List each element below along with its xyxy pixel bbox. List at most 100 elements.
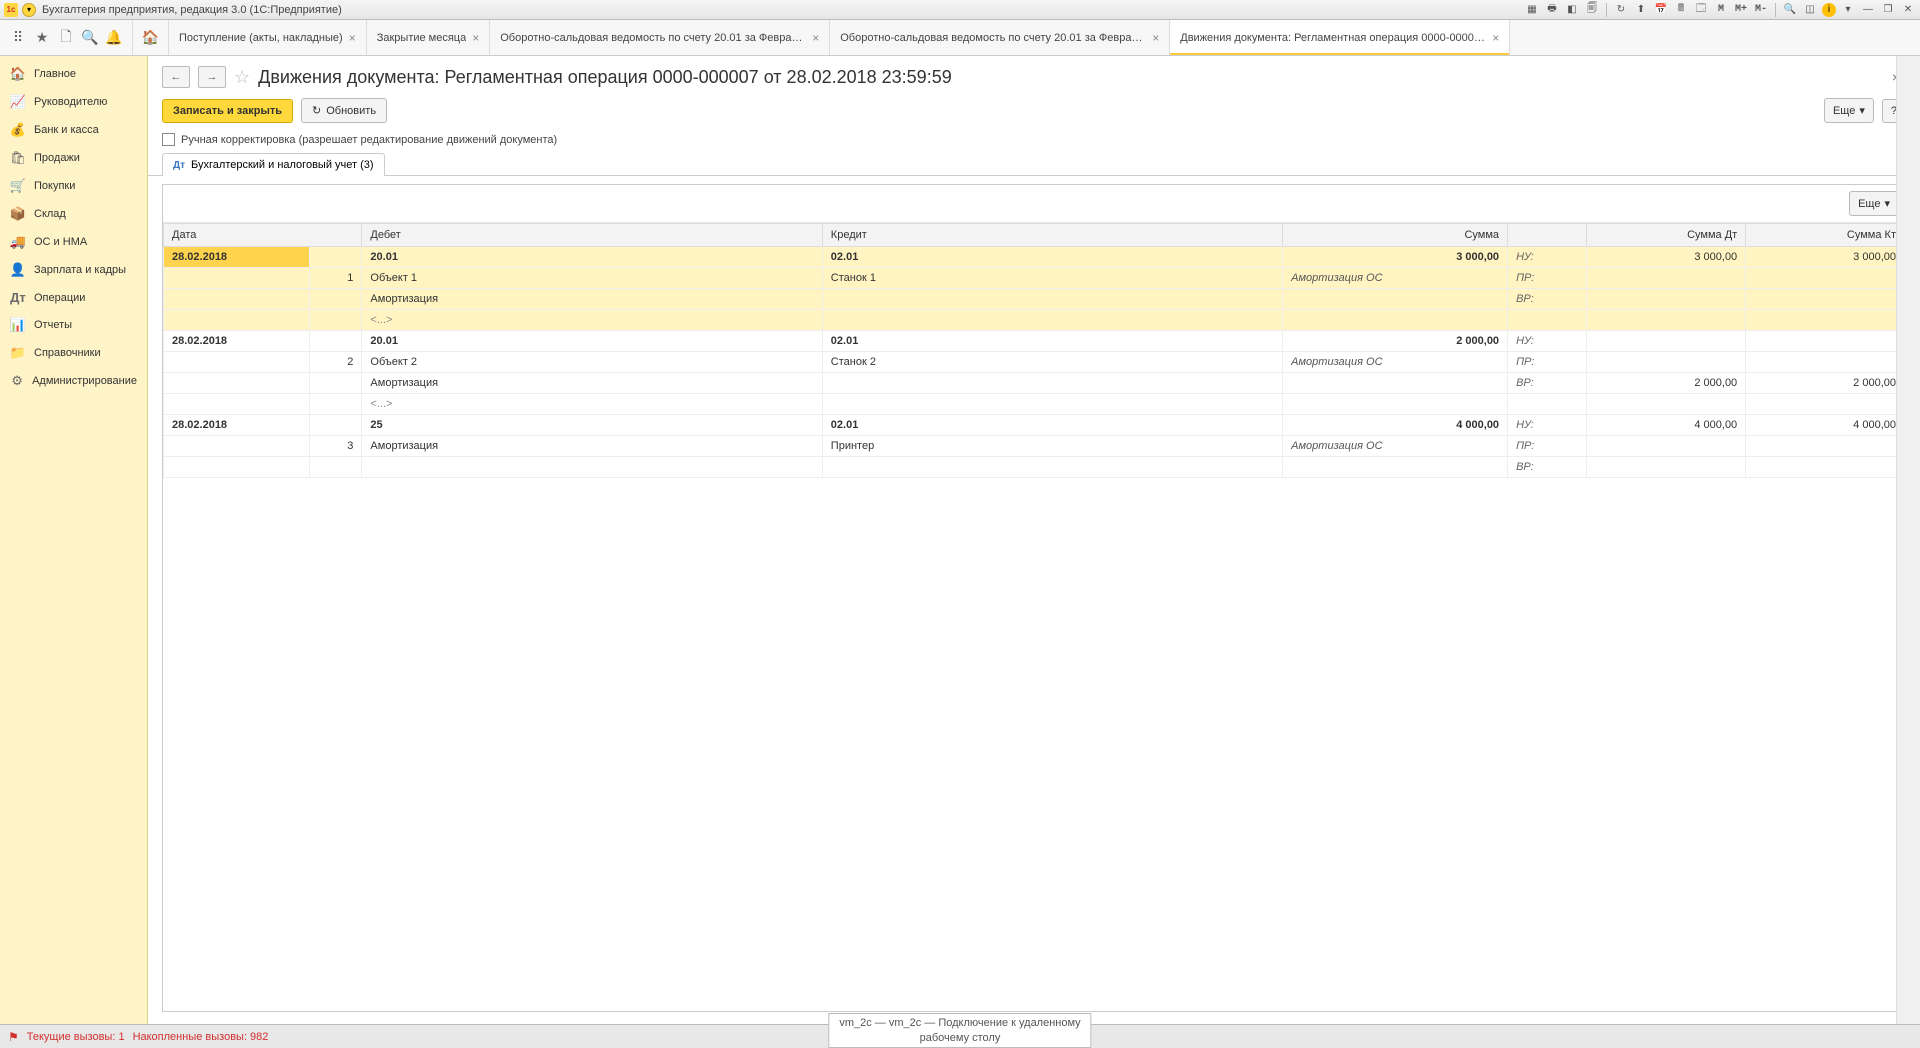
- tab-item[interactable]: Закрытие месяца×: [367, 20, 491, 55]
- sidebar-item-manager[interactable]: 📈Руководителю: [0, 88, 147, 116]
- folder-icon: 📁: [10, 345, 26, 361]
- table-container: Еще▾ Дата Дебет Кредит Сумма Сумма Дт Су…: [162, 184, 1906, 1012]
- table-row[interactable]: <...>: [164, 394, 1905, 415]
- forward-button[interactable]: →: [198, 66, 226, 88]
- table-row[interactable]: 1 Объект 1Станок 1 Амортизация ОС ПР:: [164, 268, 1905, 289]
- sidebar-item-purchases[interactable]: 🛒Покупки: [0, 172, 147, 200]
- table-row[interactable]: Амортизация ВР:: [164, 289, 1905, 310]
- th-sum[interactable]: Сумма: [1283, 224, 1508, 247]
- table-row[interactable]: <...>: [164, 310, 1905, 331]
- close-icon[interactable]: ✕: [1900, 2, 1916, 18]
- calendar-icon[interactable]: 📅: [1653, 2, 1669, 18]
- tab-close-icon[interactable]: ×: [1492, 31, 1499, 45]
- sidebar-item-hr[interactable]: 👤Зарплата и кадры: [0, 256, 147, 284]
- m-minus-icon[interactable]: M-: [1753, 2, 1769, 18]
- more-button[interactable]: Еще▾: [1824, 98, 1874, 123]
- table-row[interactable]: 28.02.2018 20.0102.01 2 000,00 НУ:: [164, 331, 1905, 352]
- doc-title: Движения документа: Регламентная операци…: [258, 67, 952, 88]
- sys-icon[interactable]: ↻: [1613, 2, 1629, 18]
- minimize-icon[interactable]: —: [1860, 2, 1876, 18]
- save-close-button[interactable]: Записать и закрыть: [162, 99, 293, 123]
- back-button[interactable]: ←: [162, 66, 190, 88]
- clipboard-icon[interactable]: 🗋: [54, 26, 78, 50]
- accounting-tab[interactable]: Дт Бухгалтерский и налоговый учет (3): [162, 153, 385, 176]
- cart-icon: 🛒: [10, 178, 26, 194]
- sidebar-item-reports[interactable]: 📊Отчеты: [0, 311, 147, 339]
- refresh-button[interactable]: ↻Обновить: [301, 98, 387, 123]
- table-row[interactable]: 28.02.2018 20.0102.01 3 000,00 НУ:3 000,…: [164, 247, 1905, 268]
- m-icon[interactable]: M: [1713, 2, 1729, 18]
- info-icon[interactable]: i: [1822, 3, 1836, 17]
- box-icon: 📦: [10, 206, 26, 222]
- tab-item[interactable]: Поступление (акты, накладные)×: [169, 20, 367, 55]
- table-row[interactable]: 28.02.2018 2502.01 4 000,00 НУ:4 000,004…: [164, 415, 1905, 436]
- search-icon[interactable]: 🔍: [1782, 2, 1798, 18]
- data-grid[interactable]: Дата Дебет Кредит Сумма Сумма Дт Сумма К…: [163, 223, 1905, 1011]
- tab-close-icon[interactable]: ×: [472, 31, 479, 45]
- calculator-icon[interactable]: 🖩: [1673, 2, 1689, 18]
- dropdown-icon[interactable]: ▾: [1840, 2, 1856, 18]
- th-blank[interactable]: [1508, 224, 1587, 247]
- home-button[interactable]: 🏠: [133, 20, 169, 55]
- bell-icon[interactable]: 🔔: [102, 26, 126, 50]
- tab-item[interactable]: Оборотно-сальдовая ведомость по счету 20…: [490, 20, 830, 55]
- toolbar-left: ⠿ ★ 🗋 🔍 🔔: [0, 20, 133, 55]
- right-panel-edge[interactable]: [1896, 56, 1920, 1024]
- tab-close-icon[interactable]: ×: [1152, 31, 1159, 45]
- th-date[interactable]: Дата: [164, 224, 362, 247]
- search-icon[interactable]: 🔍: [78, 26, 102, 50]
- action-row: Записать и закрыть ↻Обновить Еще▾ ?: [148, 94, 1920, 127]
- th-sumkt[interactable]: Сумма Кт: [1746, 224, 1905, 247]
- layout: 🏠Главное 📈Руководителю 💰Банк и касса 🛍Пр…: [0, 56, 1920, 1024]
- m-plus-icon[interactable]: M+: [1733, 2, 1749, 18]
- chevron-down-icon: ▾: [1884, 197, 1890, 210]
- panel-icon[interactable]: ◫: [1802, 2, 1818, 18]
- sidebar-item-warehouse[interactable]: 📦Склад: [0, 200, 147, 228]
- table-row[interactable]: 2 Объект 2Станок 2 Амортизация ОС ПР:: [164, 352, 1905, 373]
- home-icon: 🏠: [10, 66, 26, 82]
- apps-icon[interactable]: ⠿: [6, 26, 30, 50]
- print-icon[interactable]: 🖶: [1544, 2, 1560, 18]
- sidebar-item-catalogs[interactable]: 📁Справочники: [0, 339, 147, 367]
- star-icon[interactable]: ★: [30, 26, 54, 50]
- gear-icon: ⚙: [10, 373, 24, 389]
- table-more-button[interactable]: Еще▾: [1849, 191, 1899, 216]
- system-icons: ▦ 🖶 ◧ 🗐 ↻ ⬆ 📅 🖩 🗔 M M+ M- 🔍 ◫ i ▾ — ❐ ✕: [1524, 2, 1916, 18]
- manual-edit-checkbox[interactable]: [162, 133, 175, 146]
- rdp-banner: vm_2c — vm_2c — Подключение к удаленному…: [828, 1013, 1091, 1048]
- status-calls: Текущие вызовы: 1: [27, 1031, 125, 1043]
- sys-icon[interactable]: ▦: [1524, 2, 1540, 18]
- accounting-table: Дата Дебет Кредит Сумма Сумма Дт Сумма К…: [163, 223, 1905, 478]
- manual-edit-label: Ручная корректировка (разрешает редактир…: [181, 134, 557, 146]
- sidebar: 🏠Главное 📈Руководителю 💰Банк и касса 🛍Пр…: [0, 56, 148, 1024]
- favorite-star-icon[interactable]: ☆: [234, 67, 250, 88]
- tab-item[interactable]: Оборотно-сальдовая ведомость по счету 20…: [830, 20, 1170, 55]
- table-row[interactable]: ВР:: [164, 457, 1905, 478]
- table-row[interactable]: 3 АмортизацияПринтер Амортизация ОС ПР:: [164, 436, 1905, 457]
- separator: [1606, 3, 1607, 17]
- th-sumdt[interactable]: Сумма Дт: [1587, 224, 1746, 247]
- separator: [1775, 3, 1776, 17]
- th-debit[interactable]: Дебет: [362, 224, 822, 247]
- sys-icon[interactable]: ◧: [1564, 2, 1580, 18]
- sidebar-item-admin[interactable]: ⚙Администрирование: [0, 367, 147, 395]
- app-menu-dropdown-icon[interactable]: ▾: [22, 3, 36, 17]
- main-area: ← → ☆ Движения документа: Регламентная о…: [148, 56, 1920, 1024]
- sys-icon[interactable]: 🗔: [1693, 2, 1709, 18]
- sidebar-item-assets[interactable]: 🚚ОС и НМА: [0, 228, 147, 256]
- table-row[interactable]: Амортизация ВР:2 000,002 000,00: [164, 373, 1905, 394]
- sidebar-item-operations[interactable]: ДтОперации: [0, 284, 147, 311]
- sidebar-item-sales[interactable]: 🛍Продажи: [0, 144, 147, 172]
- money-icon: 💰: [10, 122, 26, 138]
- tab-item-active[interactable]: Движения документа: Регламентная операци…: [1170, 20, 1510, 55]
- restore-icon[interactable]: ❐: [1880, 2, 1896, 18]
- th-credit[interactable]: Кредит: [822, 224, 1282, 247]
- sys-icon[interactable]: 🗐: [1584, 2, 1600, 18]
- sys-icon[interactable]: ⬆: [1633, 2, 1649, 18]
- sidebar-item-bank[interactable]: 💰Банк и касса: [0, 116, 147, 144]
- toolbar: ⠿ ★ 🗋 🔍 🔔 🏠 Поступление (акты, накладные…: [0, 20, 1920, 56]
- status-accum: Накопленные вызовы: 982: [133, 1031, 269, 1043]
- tab-close-icon[interactable]: ×: [812, 31, 819, 45]
- sidebar-item-main[interactable]: 🏠Главное: [0, 60, 147, 88]
- tab-close-icon[interactable]: ×: [349, 31, 356, 45]
